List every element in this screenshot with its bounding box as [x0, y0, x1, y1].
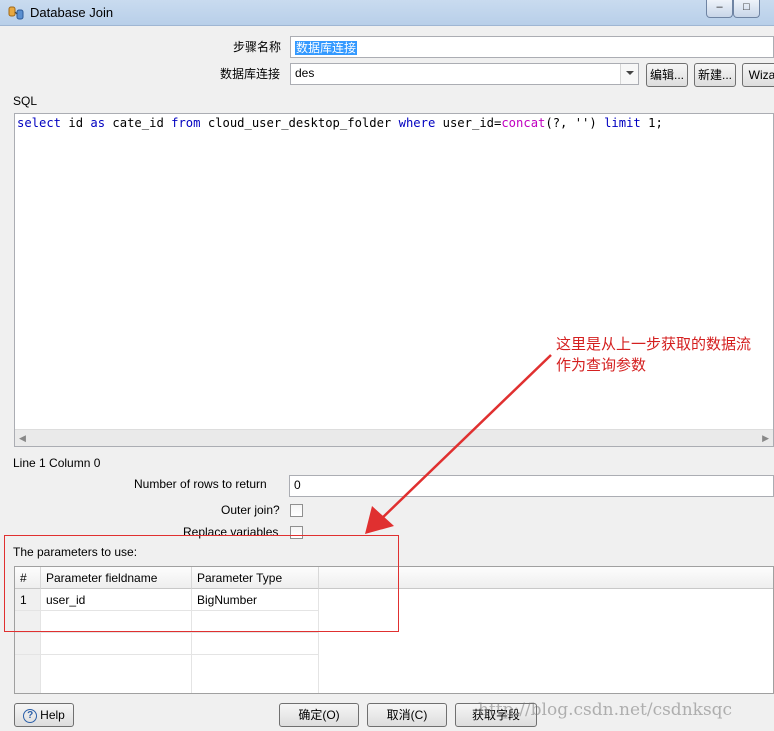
- watermark: http://blog.csdn.net/csdnksqc: [478, 700, 733, 720]
- annotation-highlight-box: [4, 535, 399, 632]
